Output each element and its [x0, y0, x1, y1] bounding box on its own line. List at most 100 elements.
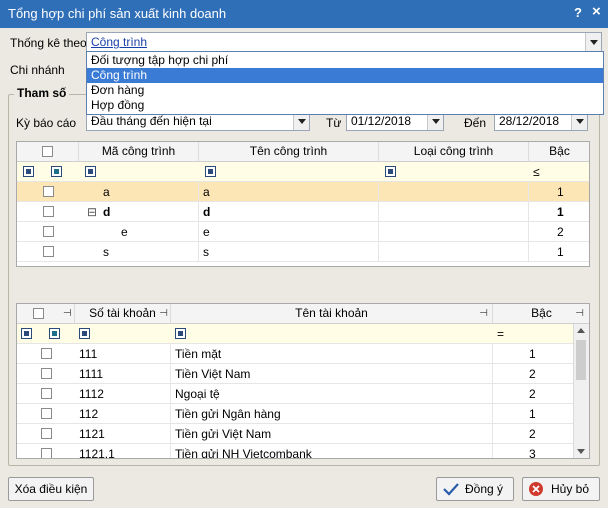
- filter-icon[interactable]: [205, 166, 216, 177]
- den-label: Đến: [464, 116, 487, 130]
- row-checkbox[interactable]: [43, 186, 54, 197]
- chi-nhanh-label: Chi nhánh: [10, 63, 65, 77]
- vertical-scrollbar[interactable]: [573, 324, 589, 458]
- col-so-tai-khoan[interactable]: Số tài khoản ⊣: [75, 304, 171, 324]
- filter-operator[interactable]: ≤: [533, 165, 540, 179]
- col-ten-tai-khoan[interactable]: Tên tài khoản ⊣: [171, 304, 493, 324]
- header-check: ⊣: [17, 304, 75, 324]
- table-row[interactable]: 1121.1 Tiền gửi NH Vietcombank 3: [17, 444, 573, 459]
- ok-button[interactable]: Đồng ý: [436, 477, 514, 501]
- close-button[interactable]: ×: [592, 3, 601, 20]
- cancel-button[interactable]: Hủy bỏ: [522, 477, 600, 501]
- scroll-down-icon[interactable]: [574, 444, 589, 458]
- filter-icon[interactable]: [23, 166, 34, 177]
- pin-icon[interactable]: ⊣: [159, 304, 168, 323]
- table-row[interactable]: ⊟ d d 1: [17, 202, 589, 222]
- dropdown-option[interactable]: Đối tượng tập hợp chi phí: [87, 53, 603, 68]
- col-ten-tai-khoan-label: Tên tài khoản: [295, 306, 368, 320]
- cell-bac: 3: [529, 447, 536, 459]
- cell-bac: 1: [529, 347, 536, 361]
- chevron-down-icon[interactable]: [585, 33, 601, 51]
- filter-icon[interactable]: [51, 166, 62, 177]
- cell-bac: 2: [529, 367, 536, 381]
- table-row[interactable]: 1112 Ngoại tệ 2: [17, 384, 573, 404]
- row-checkbox[interactable]: [41, 388, 52, 399]
- row-checkbox[interactable]: [43, 206, 54, 217]
- filter-icon[interactable]: [385, 166, 396, 177]
- cell-ten: s: [203, 242, 379, 262]
- filter-icon[interactable]: [79, 328, 90, 339]
- select-all-checkbox[interactable]: [33, 308, 44, 319]
- ok-label: Đồng ý: [464, 482, 504, 496]
- row-checkbox[interactable]: [41, 428, 52, 439]
- col-so-tai-khoan-label: Số tài khoản: [89, 306, 156, 320]
- scroll-thumb[interactable]: [576, 340, 586, 380]
- filter-icon[interactable]: [21, 328, 32, 339]
- cell-so: 111: [79, 344, 171, 364]
- collapse-icon[interactable]: ⊟: [87, 202, 101, 222]
- cell-bac: 1: [557, 185, 564, 199]
- dropdown-option[interactable]: Hợp đồng: [87, 98, 603, 113]
- cell-so: 1111: [79, 364, 171, 384]
- cell-ten: Tiền mặt: [175, 344, 493, 364]
- filter-row: =: [17, 324, 573, 344]
- col-ma-cong-trinh[interactable]: Mã công trình: [79, 142, 199, 162]
- tu-value: 01/12/2018: [351, 114, 412, 128]
- pin-icon[interactable]: ⊣: [479, 304, 488, 323]
- pin-icon[interactable]: ⊣: [63, 304, 72, 323]
- dropdown-option[interactable]: Đơn hàng: [87, 83, 603, 98]
- cell-bac: 2: [529, 387, 536, 401]
- table-row[interactable]: e e 2: [17, 222, 589, 242]
- table-row[interactable]: s s 1: [17, 242, 589, 262]
- filter-icon[interactable]: [175, 328, 186, 339]
- table-row[interactable]: 112 Tiền gửi Ngân hàng 1: [17, 404, 573, 424]
- col-ten-cong-trinh[interactable]: Tên công trình: [199, 142, 379, 162]
- filter-operator[interactable]: =: [497, 327, 504, 341]
- header-check: [17, 142, 79, 162]
- table-row[interactable]: 111 Tiền mặt 1: [17, 344, 573, 364]
- cell-ten: Ngoại tệ: [175, 384, 493, 404]
- ky-bao-cao-label: Kỳ báo cáo: [16, 116, 77, 130]
- tham-so-title: Tham số: [14, 86, 70, 100]
- window-title: Tổng hợp chi phí sản xuất kinh doanh: [8, 6, 227, 21]
- col-bac[interactable]: Bậc ⊣: [493, 304, 589, 324]
- scroll-up-icon[interactable]: [574, 324, 589, 338]
- thong-ke-combo[interactable]: Công trình: [86, 32, 602, 52]
- cell-bac: 2: [557, 225, 564, 239]
- help-button[interactable]: ?: [574, 5, 582, 20]
- ky-bao-cao-value: Đầu tháng đến hiện tại: [91, 114, 212, 128]
- row-checkbox[interactable]: [41, 448, 52, 458]
- cell-ten: Tiền Việt Nam: [175, 364, 493, 384]
- cancel-icon: [529, 482, 543, 496]
- col-loai-cong-trinh[interactable]: Loại công trình: [379, 142, 529, 162]
- cell-ten: Tiền gửi Ngân hàng: [175, 404, 493, 424]
- select-all-checkbox[interactable]: [42, 146, 53, 157]
- table-row[interactable]: 1121 Tiền gửi Việt Nam 2: [17, 424, 573, 444]
- cell-bac: 2: [529, 427, 536, 441]
- row-checkbox[interactable]: [41, 348, 52, 359]
- row-checkbox[interactable]: [43, 226, 54, 237]
- filter-icon[interactable]: [49, 328, 60, 339]
- cell-so: 1112: [79, 384, 171, 404]
- table-row[interactable]: a a 1: [17, 182, 589, 202]
- clear-conditions-button[interactable]: Xóa điều kiện: [8, 477, 94, 501]
- col-bac[interactable]: Bậc: [529, 142, 589, 162]
- filter-icon[interactable]: [85, 166, 96, 177]
- dropdown-option-selected[interactable]: Công trình: [87, 68, 603, 83]
- den-value: 28/12/2018: [499, 114, 560, 128]
- row-checkbox[interactable]: [41, 368, 52, 379]
- row-checkbox[interactable]: [43, 246, 54, 257]
- cell-ten: Tiền gửi NH Vietcombank: [175, 444, 493, 458]
- cell-loai: [379, 202, 529, 222]
- row-checkbox[interactable]: [41, 408, 52, 419]
- pin-icon[interactable]: ⊣: [575, 304, 584, 323]
- cell-ten: Tiền gửi Việt Nam: [175, 424, 493, 444]
- cong-trinh-grid: Mã công trình Tên công trình Loại công t…: [16, 141, 590, 267]
- table-row[interactable]: 1111 Tiền Việt Nam 2: [17, 364, 573, 384]
- thong-ke-label: Thống kê theo: [10, 36, 87, 50]
- cell-so: 1121.1: [79, 444, 171, 458]
- thong-ke-dropdown[interactable]: Đối tượng tập hợp chi phí Công trình Đơn…: [86, 51, 604, 115]
- cell-bac: 1: [557, 205, 564, 219]
- cell-so: 1121: [79, 424, 171, 444]
- tu-label: Từ: [326, 116, 342, 130]
